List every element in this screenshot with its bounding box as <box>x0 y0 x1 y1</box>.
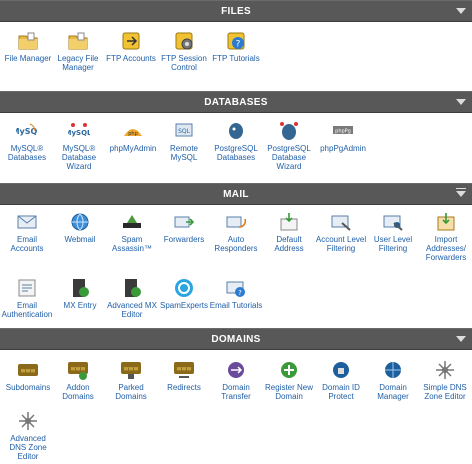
domains-header[interactable]: DOMAINS <box>0 328 472 350</box>
register-domain-icon <box>281 362 297 378</box>
www-redirect-icon: www <box>174 362 194 378</box>
phppgadmin-icon: phpPg <box>333 126 353 135</box>
domain-id-protect-link[interactable]: Domain ID Protect <box>314 359 368 401</box>
section-title: DOMAINS <box>211 333 261 345</box>
ftp-tutorials-link[interactable]: ? FTP Tutorials <box>209 30 263 63</box>
email-accounts-link[interactable]: Email Accounts <box>0 211 54 253</box>
spamexperts-icon <box>175 279 193 297</box>
section-title: DATABASES <box>204 96 268 108</box>
databases-section: DATABASES MySQL MySQL® Databases MySQL M… <box>0 91 472 171</box>
section-title: MAIL <box>223 188 249 200</box>
svg-text:?: ? <box>238 289 242 297</box>
mx-entry-link[interactable]: MX Entry <box>53 277 107 310</box>
forwarders-link[interactable]: Forwarders <box>157 211 211 244</box>
addon-domains-link[interactable]: www Addon Domains <box>51 359 105 401</box>
svg-text:www: www <box>177 366 192 373</box>
ftp-help-icon: ? <box>227 32 245 50</box>
ftp-accounts-link[interactable]: FTP Accounts <box>104 30 158 63</box>
redirects-link[interactable]: www Redirects <box>157 359 211 392</box>
www-parked-icon: www <box>121 362 141 379</box>
spam-assassin-link[interactable]: Spam Assassin™ <box>105 211 159 253</box>
webmail-link[interactable]: Webmail <box>53 211 107 244</box>
section-title: FILES <box>221 5 251 17</box>
collapse-arrow-icon[interactable] <box>456 336 466 342</box>
domain-manager-link[interactable]: Domain Manager <box>366 359 420 401</box>
import-addresses-forwarders-link[interactable]: Import Addresses/ Forwarders <box>419 211 472 262</box>
domains-section: DOMAINS www Subdomains www Addon Domains… <box>0 328 472 461</box>
ftp-gear-icon <box>175 32 193 50</box>
svg-text:SQL: SQL <box>178 128 191 135</box>
user-filter-icon <box>383 215 403 231</box>
svg-text:MySQL: MySQL <box>68 129 90 137</box>
mx-server-icon <box>73 279 89 297</box>
phppgadmin-link[interactable]: phpPg phpPgAdmin <box>316 120 370 153</box>
svg-text:php: php <box>128 131 138 137</box>
user-level-filtering-link[interactable]: User Level Filtering <box>366 211 420 253</box>
collapse-arrow-icon[interactable] <box>456 188 466 197</box>
mysql-icon: MySQL <box>16 123 38 136</box>
svg-text:?: ? <box>236 40 241 50</box>
postgresql-database-wizard-link[interactable]: PostgreSQL Database Wizard <box>262 120 316 171</box>
phpmyadmin-icon: php <box>124 129 142 137</box>
file-manager-link[interactable]: File Manager <box>1 30 55 63</box>
svg-text:www: www <box>21 368 36 375</box>
postgresql-databases-link[interactable]: PostgreSQL Databases <box>209 120 263 162</box>
mysql-wizard-icon: MySQL <box>68 123 90 137</box>
parked-domains-link[interactable]: www Parked Domains <box>104 359 158 401</box>
auto-responders-link[interactable]: Auto Responders <box>209 211 263 253</box>
register-new-domain-link[interactable]: Register New Domain <box>262 359 316 401</box>
advanced-mx-editor-link[interactable]: Advanced MX Editor <box>105 277 159 319</box>
remote-mysql-icon: SQL <box>175 123 193 137</box>
default-address-link[interactable]: Default Address <box>262 211 316 253</box>
svg-text:www: www <box>124 366 139 373</box>
collapse-arrow-icon[interactable] <box>456 8 466 14</box>
postgresql-icon <box>229 123 243 139</box>
mail-help-icon: ? <box>226 281 245 297</box>
autoresponder-icon <box>226 216 247 228</box>
id-protect-icon <box>333 362 349 378</box>
files-section: FILES File Manager Legacy File Manager F… <box>0 0 472 72</box>
advanced-dns-zone-editor-link[interactable]: Advanced DNS Zone Editor <box>1 410 55 461</box>
www-icon: www <box>18 364 38 376</box>
email-authentication-link[interactable]: Email Authentication <box>0 277 54 319</box>
dns-editor-icon <box>436 361 454 379</box>
files-header[interactable]: FILES <box>0 0 472 22</box>
databases-header[interactable]: DATABASES <box>0 91 472 113</box>
account-level-filtering-link[interactable]: Account Level Filtering <box>314 211 368 253</box>
envelope-icon <box>17 215 37 229</box>
default-address-icon <box>280 213 298 231</box>
legacy-file-manager-link[interactable]: Legacy File Manager <box>51 30 105 72</box>
filter-mail-icon <box>331 215 351 231</box>
domain-manager-icon <box>385 362 401 378</box>
spamexperts-link[interactable]: SpamExperts <box>157 277 211 310</box>
domain-transfer-icon <box>228 362 244 378</box>
forward-mail-icon <box>174 216 195 228</box>
collapse-arrow-icon[interactable] <box>456 99 466 105</box>
mail-header[interactable]: MAIL <box>0 183 472 205</box>
mysql-databases-link[interactable]: MySQL MySQL® Databases <box>0 120 54 162</box>
mx-editor-icon <box>125 279 141 297</box>
postgresql-wizard-icon <box>280 122 298 140</box>
advanced-dns-icon <box>19 412 37 430</box>
globe-icon <box>71 213 89 231</box>
www-add-icon: www <box>68 362 88 380</box>
svg-text:www: www <box>71 366 86 373</box>
subdomains-link[interactable]: www Subdomains <box>1 359 55 392</box>
ftp-session-control-link[interactable]: FTP Session Control <box>157 30 211 72</box>
spamassassin-icon <box>123 215 141 228</box>
import-icon <box>437 213 455 231</box>
email-tutorials-link[interactable]: ? Email Tutorials <box>209 277 263 310</box>
folder-icon <box>18 32 38 50</box>
phpmyadmin-link[interactable]: php phpMyAdmin <box>106 120 160 153</box>
ftp-icon <box>122 32 140 50</box>
mail-section: MAIL Email Accounts Webmail Spam Assassi… <box>0 183 472 319</box>
mysql-database-wizard-link[interactable]: MySQL MySQL® Database Wizard <box>52 120 106 171</box>
simple-dns-zone-editor-link[interactable]: Simple DNS Zone Editor <box>418 359 472 401</box>
svg-text:phpPg: phpPg <box>335 129 351 135</box>
authentication-icon <box>18 279 36 297</box>
domain-transfer-link[interactable]: Domain Transfer <box>209 359 263 401</box>
folder-icon <box>68 32 88 50</box>
remote-mysql-link[interactable]: SQL Remote MySQL <box>157 120 211 162</box>
